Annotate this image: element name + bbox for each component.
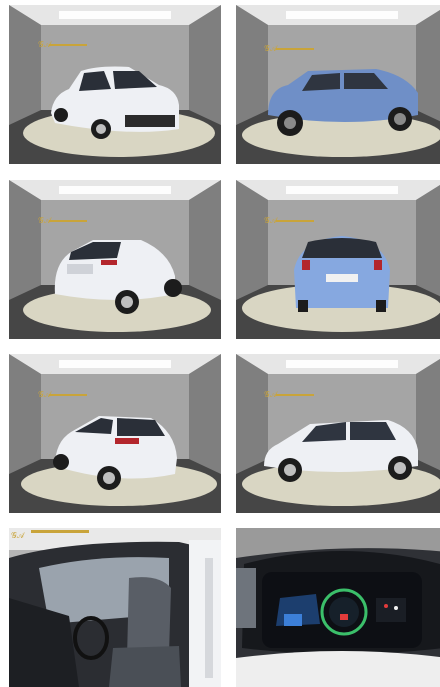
photo-tile[interactable]: 𝒢𝒜 <box>236 354 440 513</box>
car-photo-side-right: 𝒢𝒜 <box>236 5 440 164</box>
car-photo-rear-right: 𝒢𝒜 <box>9 354 221 513</box>
car-photo-side-left: 𝒢𝒜 <box>236 354 440 513</box>
car-photo-rear: 𝒢𝒜 <box>236 180 440 339</box>
photo-tile[interactable]: 𝒢𝒜 <box>236 5 440 164</box>
car-photo-interior-seats: 𝒢𝒜 <box>9 528 221 687</box>
photo-tile[interactable]: 𝒢𝒜 <box>236 180 440 339</box>
photo-tile[interactable]: 𝒢𝒜 <box>9 528 221 687</box>
car-photo-instrument-cluster <box>236 528 440 687</box>
photo-tile[interactable]: 𝒢𝒜 <box>9 354 221 513</box>
photo-gallery: 𝒢𝒜 𝒢𝒜 𝒢𝒜 𝒢𝒜 𝒢𝒜 𝒢𝒜 𝒢𝒜 <box>0 0 440 687</box>
photo-tile[interactable] <box>236 528 440 687</box>
svg-text:𝒢𝒜: 𝒢𝒜 <box>11 531 26 540</box>
car-photo-front-left: 𝒢𝒜 <box>9 5 221 164</box>
photo-tile[interactable]: 𝒢𝒜 <box>9 5 221 164</box>
car-photo-rear-left: 𝒢𝒜 <box>9 180 221 339</box>
photo-tile[interactable]: 𝒢𝒜 <box>9 180 221 339</box>
